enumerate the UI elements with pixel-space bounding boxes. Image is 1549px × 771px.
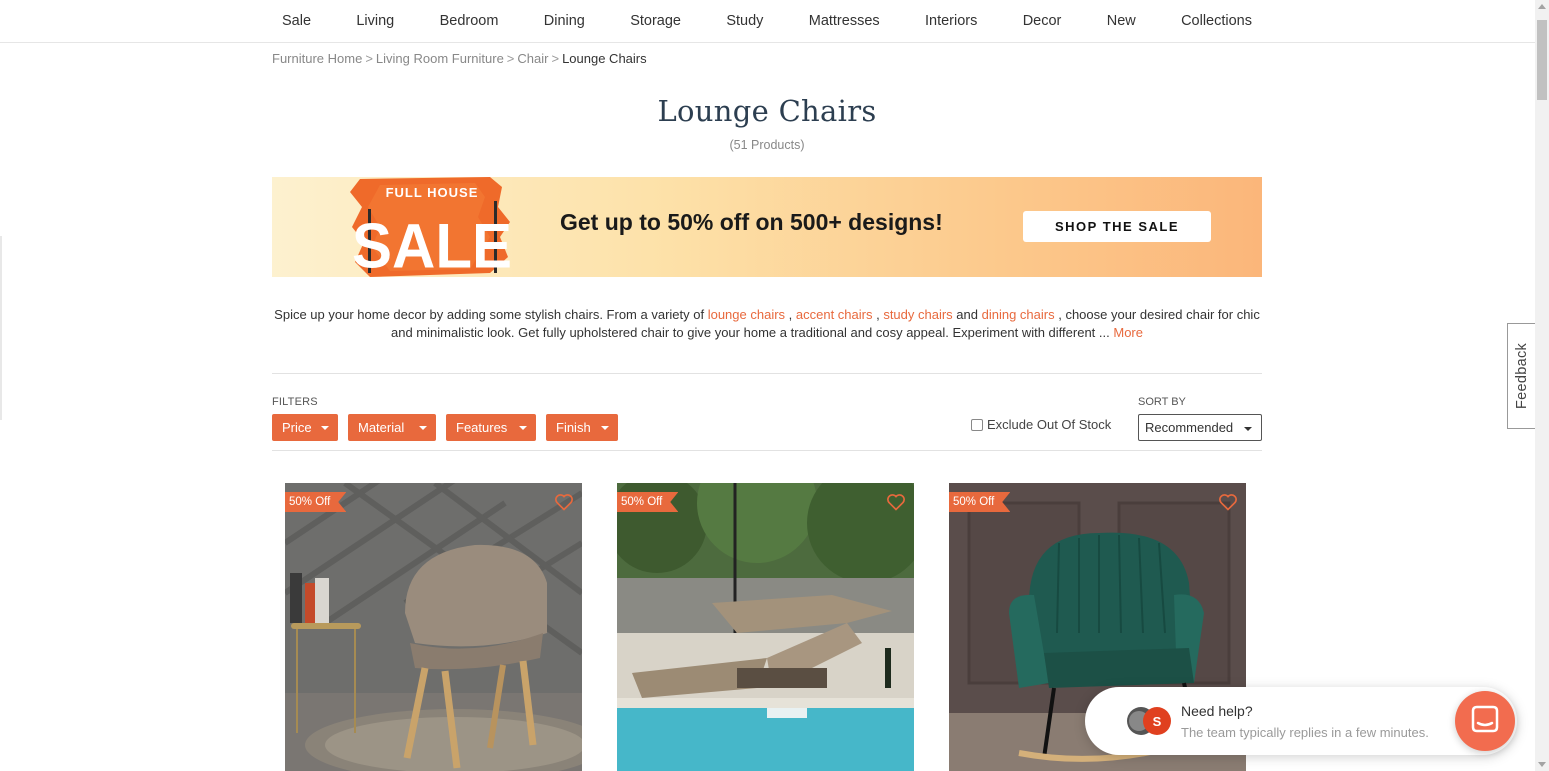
- full-house-sale-badge: FULL HOUSE SALE: [350, 177, 512, 277]
- filter-material-button[interactable]: Material: [348, 414, 436, 441]
- nav-item-storage[interactable]: Storage: [620, 13, 691, 29]
- scroll-up-icon[interactable]: [1538, 4, 1546, 9]
- nav-item-living[interactable]: Living: [346, 13, 404, 29]
- breadcrumb-chair[interactable]: Chair: [517, 51, 548, 66]
- feedback-tab[interactable]: Feedback: [1507, 323, 1535, 429]
- caret-down-icon: [519, 426, 527, 430]
- breadcrumb: Furniture Home > Living Room Furniture > Cha…: [272, 51, 647, 66]
- breadcrumb-separator: >: [551, 51, 560, 66]
- nav-item-new[interactable]: New: [1097, 13, 1146, 29]
- discount-badge: 50% Off: [285, 492, 347, 512]
- breadcrumb-separator: >: [506, 51, 515, 66]
- product-image[interactable]: [617, 483, 914, 771]
- desc-and: and: [952, 307, 982, 322]
- heart-icon[interactable]: [886, 492, 906, 512]
- filter-label: Material: [358, 420, 405, 435]
- chat-launcher-button[interactable]: [1455, 691, 1515, 751]
- feedback-label: Feedback: [1513, 342, 1530, 410]
- desc-sep: ,: [785, 307, 796, 322]
- filter-features-button[interactable]: Features: [446, 414, 536, 441]
- product-card[interactable]: 50% Off: [285, 483, 582, 771]
- left-edge-divider: [0, 236, 2, 420]
- filter-finish-button[interactable]: Finish: [546, 414, 618, 441]
- nav-item-sale[interactable]: Sale: [272, 13, 321, 29]
- breadcrumb-living-room-furniture[interactable]: Living Room Furniture: [376, 51, 504, 66]
- sort-selected-value: Recommended: [1145, 420, 1234, 435]
- page-title: Lounge Chairs: [657, 94, 877, 128]
- product-card[interactable]: 50% Off: [617, 483, 914, 771]
- exclude-out-of-stock-label: Exclude Out Of Stock: [987, 417, 1112, 432]
- scroll-down-icon[interactable]: [1538, 762, 1546, 767]
- breadcrumb-furniture-home[interactable]: Furniture Home: [272, 51, 362, 66]
- badge-line2: SALE: [352, 211, 512, 277]
- nav-item-collections[interactable]: Collections: [1171, 13, 1262, 29]
- badge-line1: FULL HOUSE: [386, 185, 479, 200]
- heart-icon[interactable]: [554, 492, 574, 512]
- link-study-chairs[interactable]: study chairs: [883, 307, 952, 322]
- product-count: (51 Products): [729, 138, 805, 152]
- exclude-out-of-stock[interactable]: Exclude Out Of Stock: [971, 417, 1111, 432]
- chat-bubble-icon: [1471, 705, 1499, 733]
- agent-avatars: S: [1127, 707, 1171, 735]
- divider: [272, 373, 1262, 374]
- category-description: Spice up your home decor by adding some …: [272, 306, 1262, 342]
- exclude-out-of-stock-checkbox[interactable]: [971, 418, 983, 431]
- desc-sep: ,: [872, 307, 884, 322]
- breadcrumb-separator: >: [365, 51, 373, 66]
- nav-list: Sale Living Bedroom Dining Storage Study…: [272, 0, 1262, 42]
- scrollbar-thumb[interactable]: [1537, 20, 1547, 100]
- page-scrollbar[interactable]: [1535, 0, 1549, 771]
- nav-item-study[interactable]: Study: [716, 13, 773, 29]
- nav-item-dining[interactable]: Dining: [534, 13, 595, 29]
- heart-icon[interactable]: [1218, 492, 1238, 512]
- top-navigation: Sale Living Bedroom Dining Storage Study…: [0, 0, 1535, 43]
- banner-headline: Get up to 50% off on 500+ designs!: [560, 209, 943, 235]
- desc-text-1: Spice up your home decor by adding some …: [274, 307, 708, 322]
- filter-label: Price: [282, 420, 312, 435]
- nav-item-bedroom[interactable]: Bedroom: [430, 13, 509, 29]
- filter-price-button[interactable]: Price: [272, 414, 338, 441]
- sale-banner[interactable]: FULL HOUSE SALE Get up to 50% off on 500…: [272, 177, 1262, 277]
- caret-down-icon: [601, 426, 609, 430]
- discount-badge: 50% Off: [949, 492, 1011, 512]
- more-link[interactable]: More: [1113, 325, 1143, 340]
- sort-select[interactable]: Recommended: [1138, 414, 1262, 441]
- breadcrumb-current: Lounge Chairs: [562, 51, 647, 66]
- nav-item-decor[interactable]: Decor: [1013, 13, 1072, 29]
- sort-by-label: SORT BY: [1138, 396, 1186, 408]
- filter-label: Finish: [556, 420, 591, 435]
- caret-down-icon: [1244, 427, 1252, 431]
- chat-subtitle: The team typically replies in a few minu…: [1181, 725, 1429, 740]
- nav-item-mattresses[interactable]: Mattresses: [799, 13, 890, 29]
- caret-down-icon: [419, 426, 427, 430]
- link-dining-chairs[interactable]: dining chairs: [982, 307, 1055, 322]
- divider: [272, 450, 1262, 451]
- product-image[interactable]: [285, 483, 582, 771]
- link-accent-chairs[interactable]: accent chairs: [796, 307, 873, 322]
- link-lounge-chairs[interactable]: lounge chairs: [708, 307, 785, 322]
- discount-badge: 50% Off: [617, 492, 679, 512]
- chat-title: Need help?: [1181, 703, 1253, 719]
- filters-label: FILTERS: [272, 396, 318, 408]
- chat-prompt[interactable]: S Need help? The team typically replies …: [1085, 687, 1517, 755]
- shop-the-sale-button[interactable]: SHOP THE SALE: [1023, 211, 1211, 242]
- svg-text:S: S: [1153, 714, 1162, 729]
- caret-down-icon: [321, 426, 329, 430]
- nav-item-interiors[interactable]: Interiors: [915, 13, 987, 29]
- filter-label: Features: [456, 420, 508, 435]
